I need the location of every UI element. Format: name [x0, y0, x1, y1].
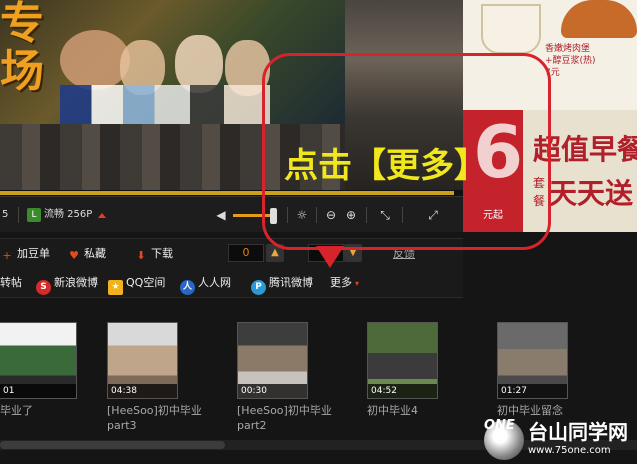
watermark-site-name: 台山同学网: [528, 420, 628, 444]
video-caption[interactable]: [HeeSoo]初中毕业 part2: [237, 403, 337, 433]
video-thumbnail[interactable]: 00:30: [237, 322, 308, 399]
chevron-down-icon: ▾: [355, 279, 360, 288]
quality-selector[interactable]: 流畅 256P: [44, 207, 92, 223]
plus-icon: +: [2, 249, 12, 262]
video-thumbnail[interactable]: 01: [0, 322, 77, 399]
add-playlist-button[interactable]: + 加豆单: [0, 246, 50, 262]
time-fragment: 5: [2, 209, 9, 220]
favorite-button[interactable]: ♥ 私藏: [67, 246, 106, 262]
video-caption[interactable]: [HeeSoo]初中毕业 part3: [107, 403, 207, 433]
video-caption[interactable]: 初中毕业4: [367, 403, 467, 418]
tencent-weibo-icon: P: [251, 280, 266, 295]
video-duration: 01: [0, 384, 76, 398]
download-button[interactable]: ⬇ 下载: [134, 246, 173, 262]
video-thumbnail[interactable]: 04:52: [367, 322, 438, 399]
heart-icon: ♥: [69, 249, 79, 262]
ad-item2: +醇豆浆(热): [545, 56, 596, 66]
quality-icon[interactable]: L: [27, 208, 41, 222]
repost-label: 转帖: [0, 276, 22, 289]
scrollbar-thumb[interactable]: [0, 441, 225, 449]
share-qzone-button[interactable]: ★ QQ空间: [108, 275, 165, 295]
renren-icon: 人: [180, 280, 195, 295]
sina-weibo-icon: S: [36, 280, 51, 295]
share-renren-button[interactable]: 人人人网: [180, 275, 231, 295]
share-tencent-button[interactable]: P 腾讯微博: [251, 275, 313, 295]
watermark-logo: ONE: [484, 418, 515, 433]
annotation-text: 点击【更多】: [284, 146, 488, 186]
download-icon: ⬇: [136, 249, 146, 262]
video-duration: 01:27: [498, 384, 567, 398]
speaker-icon[interactable]: ◀: [213, 206, 229, 224]
qzone-star-icon: ★: [108, 280, 123, 295]
ad-item1: 香嫩烤肉堡: [545, 44, 591, 54]
like-count: 0: [228, 244, 264, 262]
video-thumbnail[interactable]: 01:27: [497, 322, 568, 399]
video-thumbnail[interactable]: 04:38: [107, 322, 178, 399]
video-duration: 04:38: [108, 384, 177, 398]
video-duration: 00:30: [238, 384, 307, 398]
share-sina-button[interactable]: S 新浪微博: [36, 275, 98, 295]
video-caption[interactable]: 初中毕业留念: [497, 403, 597, 418]
share-more-button[interactable]: 更多 ▾: [330, 275, 359, 291]
ad-headline2: 天天送: [549, 177, 634, 210]
video-caption[interactable]: 毕业了: [0, 403, 100, 418]
soymilk-cup-image: [481, 4, 541, 54]
video-promo-text: 专 场: [0, 0, 44, 97]
watermark-url: www.75one.com: [528, 445, 611, 456]
chevron-up-icon[interactable]: [98, 213, 106, 218]
annotation-callout-pointer: [316, 246, 344, 268]
share-bar: 转帖 S 新浪微博 ★ QQ空间 人人人网 P 腾讯微博 更多 ▾: [0, 268, 463, 298]
video-duration: 04:52: [368, 384, 437, 398]
site-watermark: ONE 台山同学网 www.75one.com: [484, 418, 637, 464]
